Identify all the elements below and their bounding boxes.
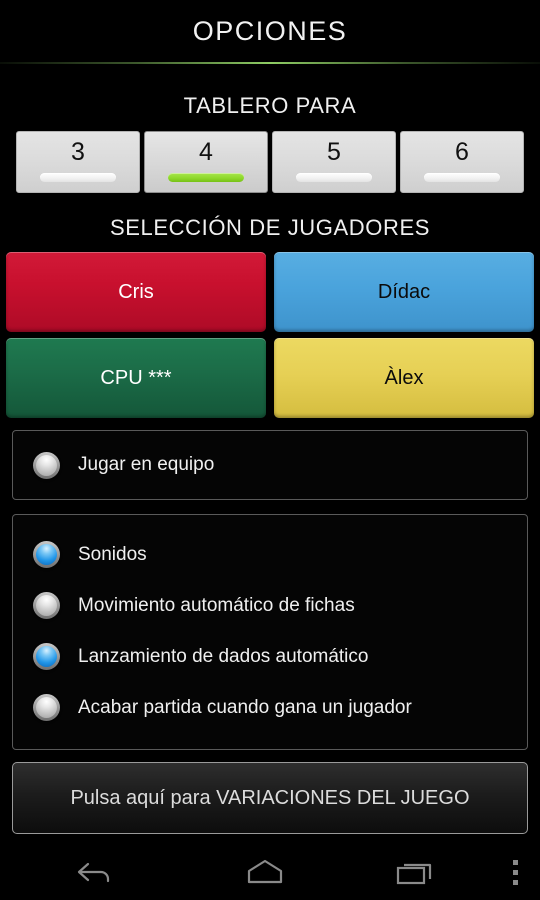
nav-recents-button[interactable]: [340, 844, 490, 900]
menu-dot: [512, 859, 518, 865]
overflow-menu-icon: [512, 859, 518, 885]
menu-dot: [512, 879, 518, 885]
option-label: Movimiento automático de fichas: [78, 594, 355, 616]
nav-home-button[interactable]: [190, 844, 340, 900]
tab-indicator-pill: [424, 173, 500, 182]
checkbox-checked-icon[interactable]: [33, 541, 60, 568]
board-size-label: 6: [455, 138, 469, 166]
option-row-acabar-partida[interactable]: Acabar partida cuando gana un jugador: [13, 682, 527, 733]
option-row-movimiento-automatico[interactable]: Movimiento automático de fichas: [13, 580, 527, 631]
options-screen: OPCIONES TABLERO PARA 3 4 5 6 SELECCIÓN …: [0, 0, 540, 900]
player-button-cpu[interactable]: CPU ***: [6, 338, 266, 418]
tab-indicator-pill-selected: [168, 173, 244, 182]
board-size-label: 5: [327, 138, 341, 166]
nav-back-button[interactable]: [0, 844, 190, 900]
option-label: Jugar en equipo: [78, 454, 215, 475]
checkbox-unchecked-icon[interactable]: [33, 451, 60, 479]
option-row-lanzamiento-dados[interactable]: Lanzamiento de dados automático: [13, 631, 527, 682]
board-section-heading: TABLERO PARA: [183, 93, 357, 118]
recents-icon: [396, 863, 432, 885]
android-navigation-bar: [0, 844, 540, 900]
checkbox-unchecked-icon[interactable]: [33, 694, 60, 721]
nav-overflow-menu-button[interactable]: [490, 844, 540, 900]
player-selection-grid: Cris Dídac CPU *** Àlex: [0, 252, 540, 418]
board-size-tab-3[interactable]: 3: [16, 131, 140, 193]
board-size-tabs: 3 4 5 6: [0, 131, 540, 193]
home-pentagon-icon: [247, 859, 283, 884]
page-title: OPCIONES: [192, 15, 348, 46]
tab-indicator-pill: [296, 173, 372, 182]
menu-dot: [512, 869, 518, 875]
board-size-tab-6[interactable]: 6: [400, 131, 524, 193]
tab-indicator-pill: [40, 173, 116, 182]
player-button-cris[interactable]: Cris: [6, 252, 266, 332]
board-size-tab-4[interactable]: 4: [144, 131, 268, 193]
player-button-alex[interactable]: Àlex: [274, 338, 534, 418]
game-settings-panel: Sonidos Movimiento automático de fichas …: [12, 514, 528, 750]
option-row-sonidos[interactable]: Sonidos: [13, 529, 527, 580]
checkbox-checked-icon[interactable]: [33, 643, 60, 670]
title-divider: [0, 62, 540, 64]
option-label: Acabar partida cuando gana un jugador: [78, 696, 412, 718]
option-row-jugar-en-equipo[interactable]: Jugar en equipo: [13, 447, 527, 483]
board-size-tab-5[interactable]: 5: [272, 131, 396, 193]
players-section-heading: SELECCIÓN DE JUGADORES: [109, 215, 431, 240]
checkbox-unchecked-icon[interactable]: [33, 592, 60, 619]
board-size-label: 3: [71, 138, 85, 166]
option-label: Sonidos: [78, 543, 147, 565]
game-variations-button[interactable]: Pulsa aquí para VARIACIONES DEL JUEGO: [12, 762, 528, 834]
option-label: Lanzamiento de dados automático: [78, 645, 369, 667]
board-size-label: 4: [199, 138, 213, 166]
title-bar: OPCIONES: [0, 0, 540, 62]
player-button-didac[interactable]: Dídac: [274, 252, 534, 332]
back-arrow-icon: [77, 862, 110, 883]
team-options-panel: Jugar en equipo: [12, 430, 528, 500]
